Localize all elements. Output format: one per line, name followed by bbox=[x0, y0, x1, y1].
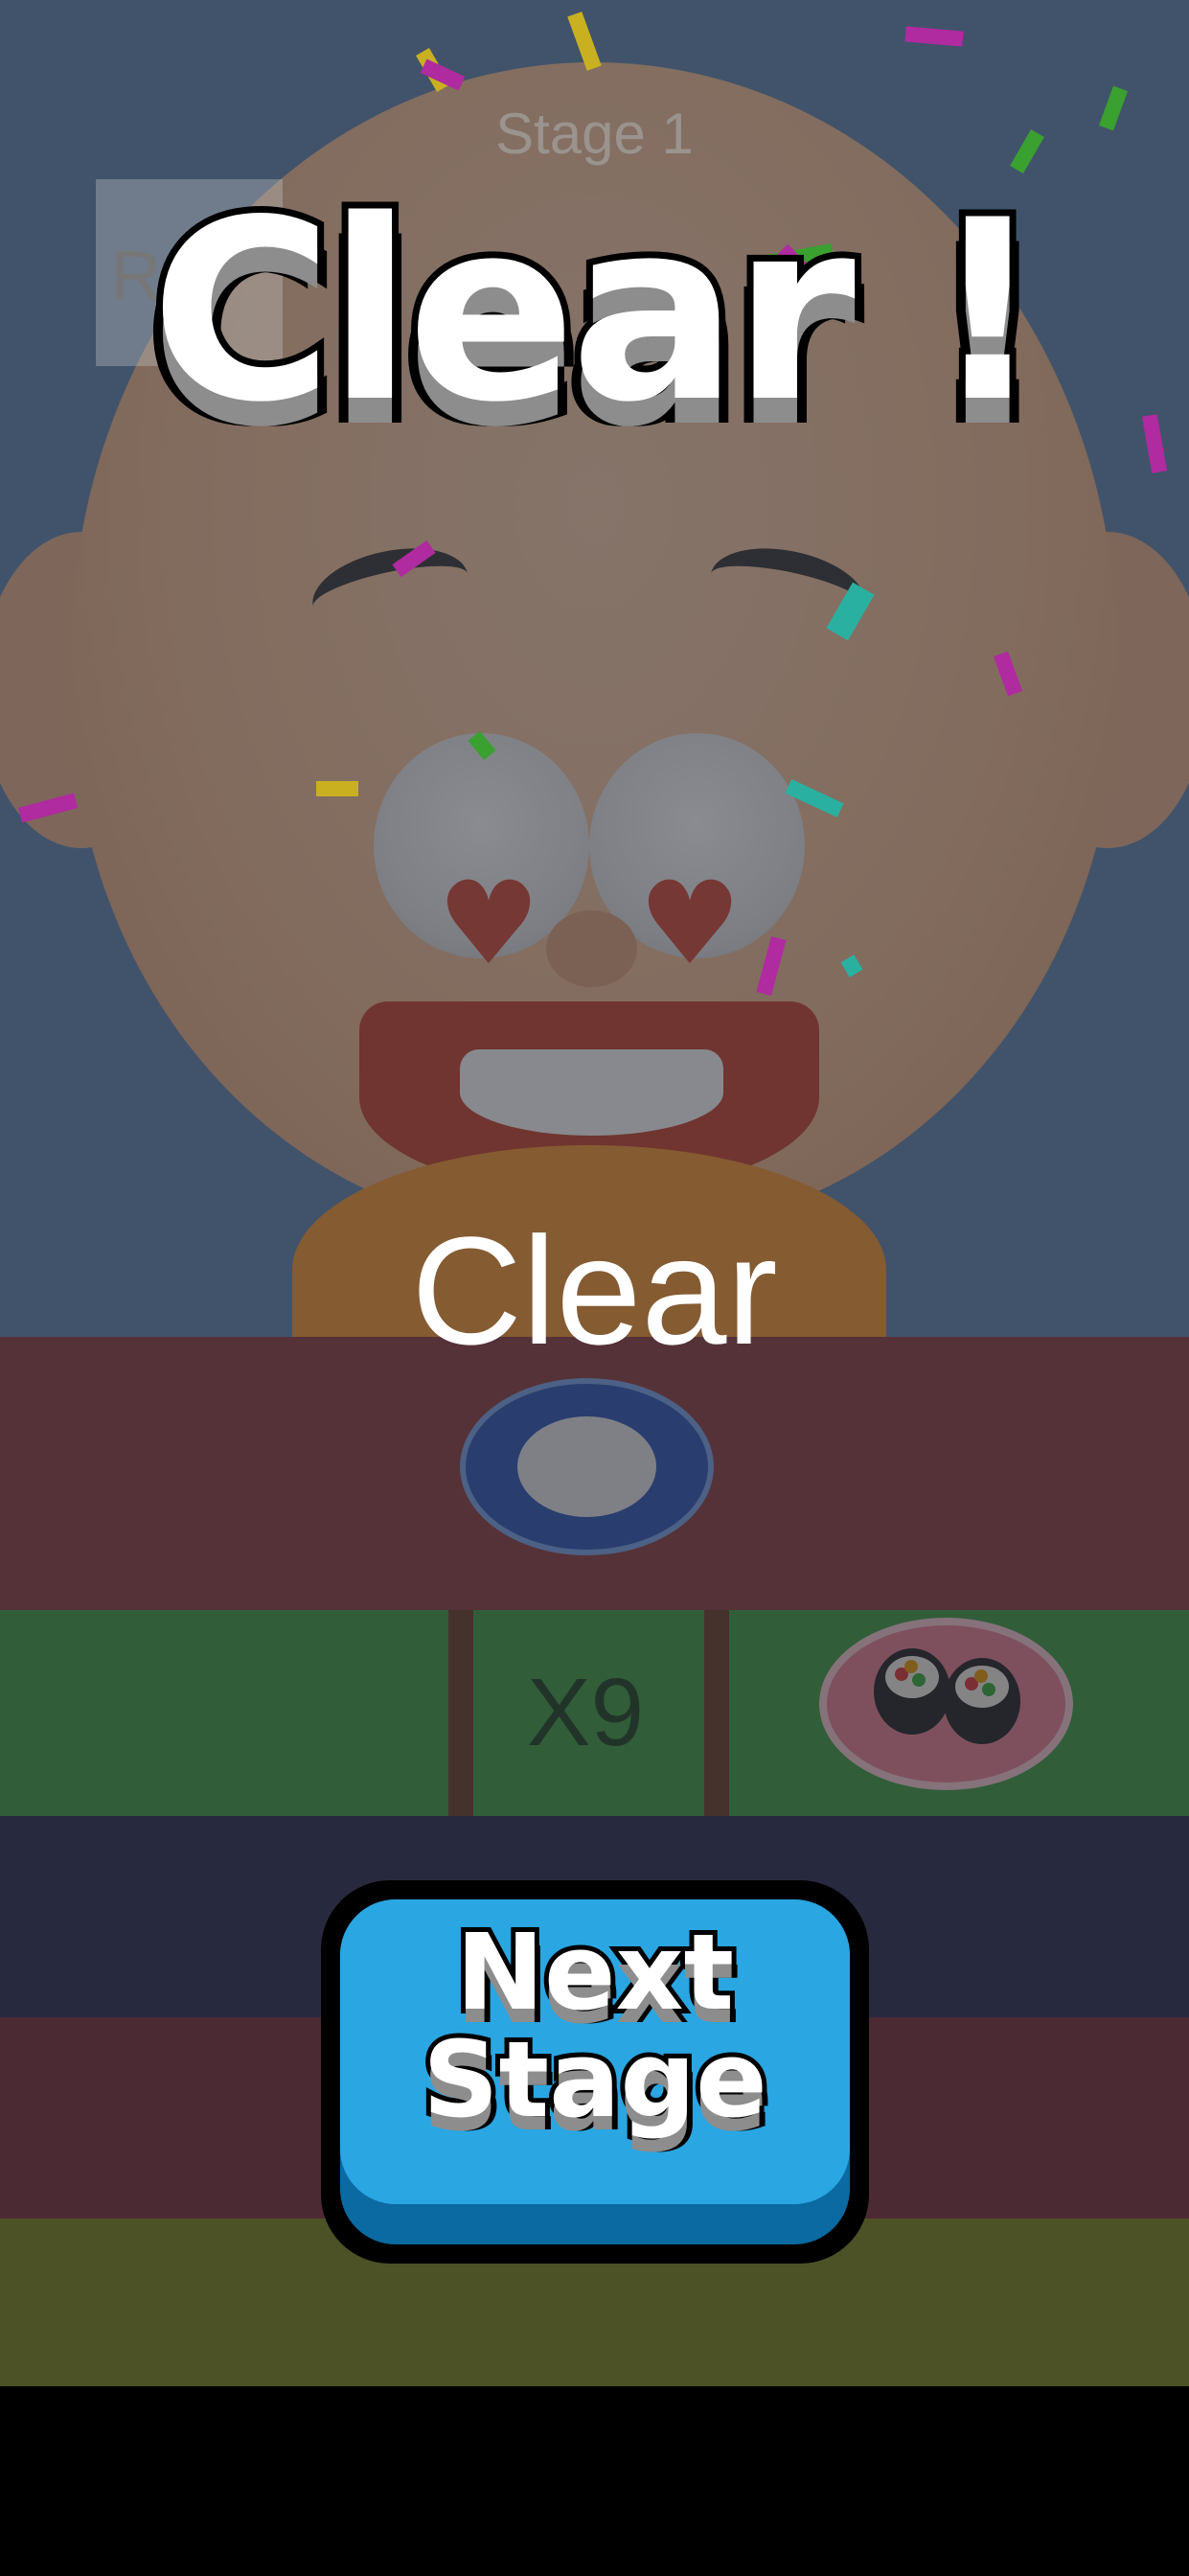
next-stage-button[interactable]: Next Stage bbox=[321, 1880, 869, 2264]
clear-title: Clear ! bbox=[144, 161, 1051, 464]
confetti-piece bbox=[316, 781, 358, 796]
game-screen: ♥ ♥ X9 Stage 1 R Clear ! Clear bbox=[0, 0, 1189, 2576]
next-stage-label: Next Stage bbox=[418, 1911, 771, 2141]
bottom-bar bbox=[0, 2386, 1189, 2576]
stage-label: Stage 1 bbox=[495, 102, 694, 166]
clear-subtitle: Clear bbox=[411, 1205, 778, 1376]
